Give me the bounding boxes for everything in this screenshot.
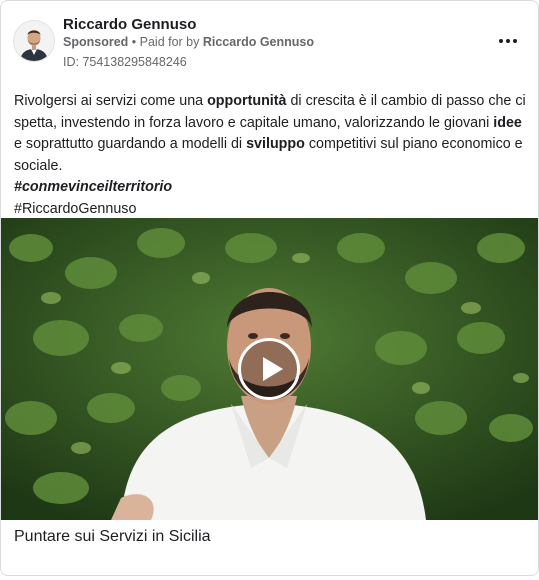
payer-name[interactable]: Riccardo Gennuso bbox=[203, 35, 314, 49]
post-text-part: Rivolgersi ai servizi come una bbox=[14, 93, 208, 109]
post-emphasis: sviluppo bbox=[246, 136, 305, 152]
play-icon bbox=[263, 357, 283, 381]
hashtag-link[interactable]: #RiccardoGennuso bbox=[14, 201, 136, 217]
paid-for-prefix: Paid for by bbox=[139, 35, 203, 49]
post-text: Rivolgersi ai servizi come una opportuni… bbox=[14, 91, 530, 220]
author-name[interactable]: Riccardo Gennuso bbox=[63, 16, 196, 33]
post-emphasis: opportunità bbox=[207, 93, 287, 109]
ad-card: Riccardo Gennuso Sponsored • Paid for by… bbox=[0, 0, 539, 576]
hashtag-link[interactable]: #conmevinceilterritorio bbox=[14, 179, 172, 195]
sponsored-label: Sponsored bbox=[63, 35, 129, 49]
video-player[interactable] bbox=[1, 218, 538, 520]
sponsored-line: Sponsored • Paid for by Riccardo Gennuso bbox=[63, 35, 314, 49]
more-options-button[interactable] bbox=[493, 29, 523, 53]
post-text-part: e soprattutto guardando a modelli di bbox=[14, 136, 247, 152]
post-emphasis: idee bbox=[493, 114, 522, 131]
avatar[interactable] bbox=[13, 20, 55, 62]
ad-header: Riccardo Gennuso Sponsored • Paid for by… bbox=[1, 1, 538, 81]
separator-dot: • bbox=[128, 35, 140, 49]
avatar-image bbox=[14, 21, 54, 61]
ad-id: ID: 754138295848246 bbox=[63, 55, 187, 69]
more-dot bbox=[513, 39, 517, 43]
play-button[interactable] bbox=[238, 338, 300, 400]
video-caption[interactable]: Puntare sui Servizi in Sicilia bbox=[1, 520, 538, 575]
more-dot bbox=[506, 39, 510, 43]
video-title[interactable]: Puntare sui Servizi in Sicilia bbox=[14, 528, 211, 546]
more-horizontal-icon bbox=[499, 39, 503, 43]
